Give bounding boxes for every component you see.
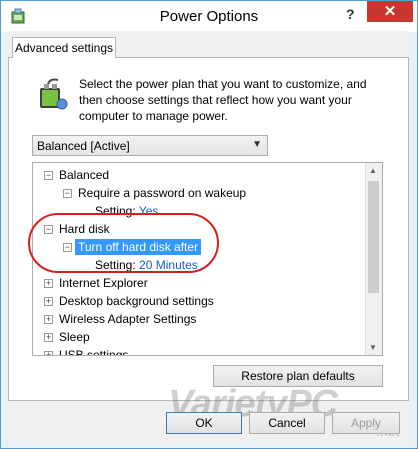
scroll-up-icon[interactable]: ▲ [369,166,377,175]
dropdown-selected-value: Balanced [Active] [37,139,130,153]
tree-item-require-password[interactable]: Require a password on wakeup [78,185,246,201]
apply-button[interactable]: Apply [332,412,400,434]
scrollbar-thumb[interactable] [368,181,379,293]
window-title: Power Options [159,8,259,25]
scroll-down-icon[interactable]: ▼ [369,343,377,352]
title-bar[interactable]: Power Options ? ✕ [1,1,417,32]
chevron-down-icon: ▼ [252,139,262,150]
close-button[interactable]: ✕ [367,1,413,22]
expand-icon[interactable]: + [44,297,53,306]
expand-icon[interactable]: + [44,351,53,355]
help-button[interactable]: ? [346,6,355,22]
collapse-icon[interactable]: − [44,171,53,180]
tree-item-internet-explorer[interactable]: Internet Explorer [59,275,148,291]
expand-icon[interactable]: + [44,279,53,288]
ok-button[interactable]: OK [166,412,242,434]
tree-item-usb-settings[interactable]: USB settings [59,347,128,355]
tree-item-balanced[interactable]: Balanced [59,167,109,183]
battery-plug-icon [40,78,68,110]
tree-item-desktop-background[interactable]: Desktop background settings [59,293,214,309]
expand-icon[interactable]: + [44,333,53,342]
expand-icon[interactable]: + [44,315,53,324]
vertical-scrollbar[interactable]: ▲ ▼ [365,163,382,355]
red-highlight-circle [28,213,219,273]
tree-item-wireless-adapter[interactable]: Wireless Adapter Settings [59,311,196,327]
tree-item-sleep[interactable]: Sleep [59,329,90,345]
tab-advanced-settings[interactable]: Advanced settings [12,37,116,58]
power-plan-dropdown[interactable]: Balanced [Active] ▼ [32,135,268,156]
cancel-button[interactable]: Cancel [249,412,325,434]
instructions-text: Select the power plan that you want to c… [79,77,367,123]
collapse-icon[interactable]: − [63,189,72,198]
